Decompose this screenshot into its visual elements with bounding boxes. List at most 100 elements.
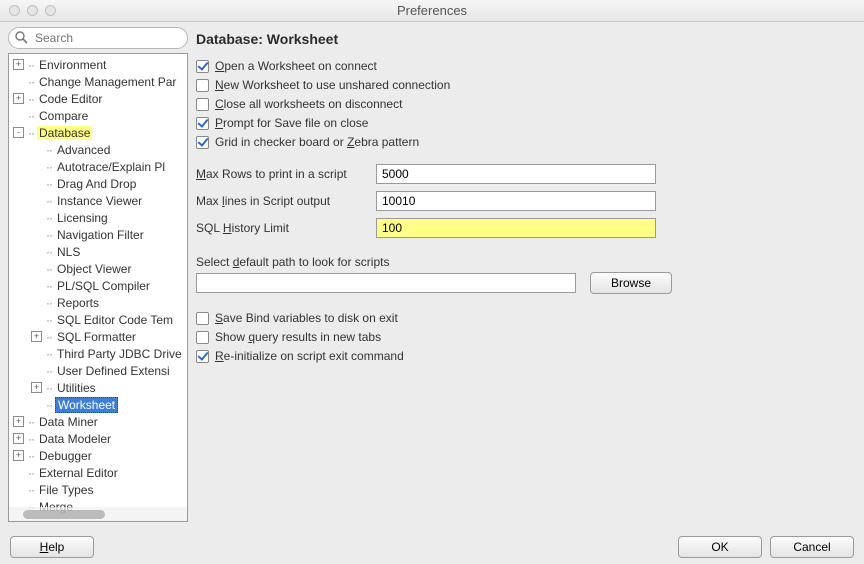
reinit-label: Re-initialize on script exit command: [215, 349, 404, 363]
expand-icon[interactable]: +: [13, 450, 24, 461]
scripts-path-row: Browse: [196, 272, 856, 294]
tree-connector: ··: [28, 466, 34, 480]
scripts-path-label-row: Select default path to look for scripts: [196, 255, 856, 269]
tree-item-label: Debugger: [37, 449, 94, 463]
close-worksheets-checkbox[interactable]: [196, 98, 209, 111]
tree-item-label: Navigation Filter: [55, 228, 146, 242]
tree-connector: ··: [46, 177, 52, 191]
tree-item[interactable]: +··Reports: [9, 294, 187, 311]
tree-item[interactable]: +··NLS: [9, 243, 187, 260]
tree-connector: ··: [28, 483, 34, 497]
tree-item[interactable]: +··PL/SQL Compiler: [9, 277, 187, 294]
show-query-checkbox[interactable]: [196, 331, 209, 344]
tree-item-label: Database: [37, 126, 92, 140]
tree-item-label: User Defined Extensi: [55, 364, 172, 378]
grid-zebra-label: Grid in checker board or Zebra pattern: [215, 135, 419, 149]
grid-zebra-row[interactable]: Grid in checker board or Zebra pattern: [196, 135, 856, 149]
tree-item-label: Drag And Drop: [55, 177, 138, 191]
search-input[interactable]: [8, 27, 188, 49]
expand-icon[interactable]: +: [13, 433, 24, 444]
tree-connector: ··: [28, 109, 34, 123]
tree-item[interactable]: +··Object Viewer: [9, 260, 187, 277]
sidebar: +··Environment+··Change Management Par+·…: [8, 27, 188, 522]
ok-button[interactable]: OK: [678, 536, 762, 558]
prompt-save-checkbox[interactable]: [196, 117, 209, 130]
cancel-button[interactable]: Cancel: [770, 536, 854, 558]
reinit-checkbox[interactable]: [196, 350, 209, 363]
tree-item-label: Third Party JDBC Drive: [55, 347, 184, 361]
tree-item[interactable]: +··Advanced: [9, 141, 187, 158]
tree-item[interactable]: +··Data Miner: [9, 413, 187, 430]
new-worksheet-checkbox[interactable]: [196, 79, 209, 92]
tree-item[interactable]: +··Third Party JDBC Drive: [9, 345, 187, 362]
tree-connector: ··: [46, 262, 52, 276]
help-button[interactable]: Help: [10, 536, 94, 558]
tree-item-label: PL/SQL Compiler: [55, 279, 152, 293]
tree-item[interactable]: +··Debugger: [9, 447, 187, 464]
tree-item[interactable]: +··Utilities: [9, 379, 187, 396]
tree-connector: ··: [28, 126, 34, 140]
max-rows-row: Max Rows to print in a script: [196, 164, 856, 184]
close-worksheets-row[interactable]: Close all worksheets on disconnect: [196, 97, 856, 111]
open-worksheet-row[interactable]: Open a Worksheet on connect: [196, 59, 856, 73]
max-lines-row: Max lines in Script output: [196, 191, 856, 211]
tree-item[interactable]: +··Data Modeler: [9, 430, 187, 447]
show-query-row[interactable]: Show query results in new tabs: [196, 330, 856, 344]
tree-connector: ··: [46, 143, 52, 157]
history-limit-input[interactable]: [376, 218, 656, 238]
max-lines-input[interactable]: [376, 191, 656, 211]
tree-item[interactable]: +··SQL Formatter: [9, 328, 187, 345]
tree-connector: ··: [28, 58, 34, 72]
tree-item[interactable]: +··Drag And Drop: [9, 175, 187, 192]
tree-item[interactable]: +··File Types: [9, 481, 187, 498]
tree-item[interactable]: +··Navigation Filter: [9, 226, 187, 243]
tree-item[interactable]: + ··Environment: [9, 56, 187, 73]
tree-item[interactable]: +··Licensing: [9, 209, 187, 226]
expand-icon[interactable]: +: [31, 331, 42, 342]
expand-icon[interactable]: +: [13, 59, 24, 70]
tree-item-label: File Types: [37, 483, 95, 497]
save-bind-row[interactable]: Save Bind variables to disk on exit: [196, 311, 856, 325]
save-bind-checkbox[interactable]: [196, 312, 209, 325]
footer: Help OK Cancel: [0, 536, 864, 558]
grid-zebra-checkbox[interactable]: [196, 136, 209, 149]
scripts-path-input[interactable]: [196, 273, 576, 293]
tree-connector: ··: [46, 211, 52, 225]
tree-connector: ··: [46, 194, 52, 208]
tree-item[interactable]: +··Compare: [9, 107, 187, 124]
expand-icon[interactable]: +: [13, 416, 24, 427]
titlebar: Preferences: [0, 0, 864, 22]
prompt-save-row[interactable]: Prompt for Save file on close: [196, 116, 856, 130]
collapse-icon[interactable]: -: [13, 127, 24, 138]
tree-item[interactable]: +··Change Management Par: [9, 73, 187, 90]
expand-icon[interactable]: +: [31, 382, 42, 393]
max-rows-input[interactable]: [376, 164, 656, 184]
tree-item[interactable]: +··Code Editor: [9, 90, 187, 107]
tree-item[interactable]: +··Instance Viewer: [9, 192, 187, 209]
tree-item[interactable]: +··External Editor: [9, 464, 187, 481]
reinit-row[interactable]: Re-initialize on script exit command: [196, 349, 856, 363]
preferences-tree: +··Environment+··Change Management Par+·…: [8, 53, 188, 522]
history-limit-row: SQL History Limit: [196, 218, 856, 238]
tree-item[interactable]: -··Database: [9, 124, 187, 141]
scripts-path-label: Select default path to look for scripts: [196, 255, 389, 269]
save-bind-label: Save Bind variables to disk on exit: [215, 311, 398, 325]
tree-connector: ··: [46, 398, 52, 412]
tree-item-label: Environment: [37, 58, 108, 72]
tree-item-label: Code Editor: [37, 92, 104, 106]
tree-item[interactable]: +··Autotrace/Explain Pl: [9, 158, 187, 175]
tree-item[interactable]: +··User Defined Extensi: [9, 362, 187, 379]
horizontal-scrollbar[interactable]: [9, 507, 187, 521]
tree-connector: ··: [46, 296, 52, 310]
new-worksheet-row[interactable]: New Worksheet to use unshared connection: [196, 78, 856, 92]
tree-item[interactable]: +··Worksheet: [9, 396, 187, 413]
tree-item-label: SQL Formatter: [55, 330, 138, 344]
panel-heading: Database: Worksheet: [196, 31, 856, 47]
tree-connector: ··: [28, 75, 34, 89]
browse-button[interactable]: Browse: [590, 272, 672, 294]
scrollbar-thumb[interactable]: [23, 510, 105, 519]
open-worksheet-checkbox[interactable]: [196, 60, 209, 73]
expand-icon[interactable]: +: [13, 93, 24, 104]
tree-item[interactable]: +··SQL Editor Code Tem: [9, 311, 187, 328]
tree-item-label: NLS: [55, 245, 82, 259]
